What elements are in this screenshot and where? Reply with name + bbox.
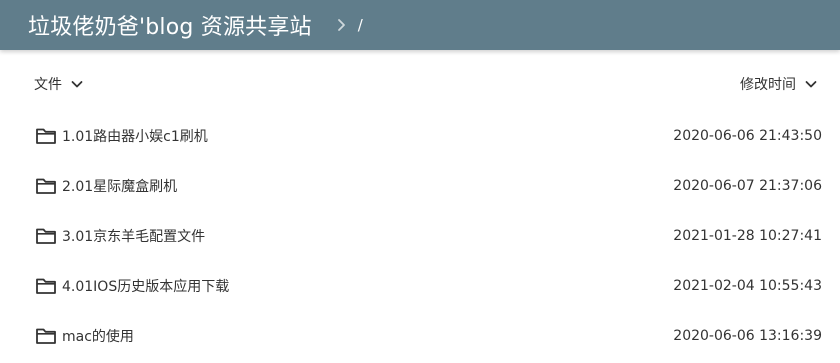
file-name: 2.01星际魔盒刷机 — [62, 179, 178, 195]
file-row[interactable]: 2.01星际魔盒刷机 2020-06-07 21:37:06 — [0, 161, 840, 211]
file-modified-time: 2021-02-04 10:55:43 — [673, 278, 822, 294]
folder-icon — [36, 328, 56, 344]
sort-by-name-label: 文件 — [34, 77, 62, 93]
sort-by-time-button[interactable]: 修改时间 — [740, 74, 818, 94]
folder-icon — [36, 128, 56, 144]
file-name: mac的使用 — [62, 329, 134, 345]
list-header: 文件 修改时间 — [0, 50, 840, 120]
sort-by-name-button[interactable]: 文件 — [34, 74, 84, 94]
folder-icon — [36, 228, 56, 244]
file-name: 4.01IOS历史版本应用下载 — [62, 279, 230, 295]
file-row[interactable]: mac的使用 2020-06-06 13:16:39 — [0, 311, 840, 361]
file-name: 1.01路由器小娱c1刷机 — [62, 129, 208, 145]
breadcrumb-root[interactable]: / — [358, 16, 363, 34]
chevron-right-icon — [337, 19, 345, 31]
folder-icon — [36, 178, 56, 194]
file-row[interactable]: 1.01路由器小娱c1刷机 2020-06-06 21:43:50 — [0, 111, 840, 161]
file-modified-time: 2020-06-06 13:16:39 — [673, 328, 822, 344]
file-row[interactable]: 3.01京东羊毛配置文件 2021-01-28 10:27:41 — [0, 211, 840, 261]
file-modified-time: 2020-06-07 21:37:06 — [673, 178, 822, 194]
folder-icon — [36, 278, 56, 294]
file-modified-time: 2021-01-28 10:27:41 — [673, 228, 822, 244]
file-list: 1.01路由器小娱c1刷机 2020-06-06 21:43:50 2.01星际… — [0, 111, 840, 361]
chevron-down-icon — [805, 81, 817, 88]
app-bar: 垃圾佬奶爸'blog 资源共享站 / — [0, 0, 840, 50]
site-title[interactable]: 垃圾佬奶爸'blog 资源共享站 — [28, 9, 312, 41]
file-name: 3.01京东羊毛配置文件 — [62, 229, 206, 245]
file-row[interactable]: 4.01IOS历史版本应用下载 2021-02-04 10:55:43 — [0, 261, 840, 311]
file-modified-time: 2020-06-06 21:43:50 — [673, 128, 822, 144]
chevron-down-icon — [71, 81, 83, 88]
sort-by-time-label: 修改时间 — [740, 77, 796, 93]
